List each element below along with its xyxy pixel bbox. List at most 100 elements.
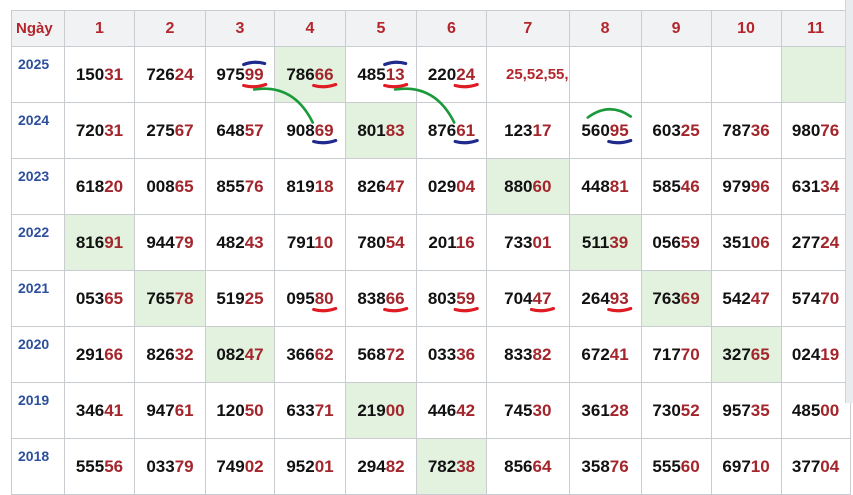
result-cell: 85664 <box>486 438 570 495</box>
result-number: 05659 <box>652 233 699 253</box>
result-number: 85664 <box>504 457 551 477</box>
result-number: 12317 <box>504 121 551 141</box>
result-cell: 55560 <box>640 438 712 495</box>
result-prefix: 952 <box>286 456 315 476</box>
result-last-two: 54 <box>385 232 405 252</box>
result-last-two: 04 <box>820 456 840 476</box>
result-last-two: 47 <box>750 288 770 308</box>
result-last-two: 43 <box>244 232 264 252</box>
result-cell: 48513 <box>345 46 417 103</box>
result-number: 61820 <box>76 177 123 197</box>
result-prefix: 786 <box>286 64 315 84</box>
result-cell: 98076 <box>780 102 851 159</box>
result-last-two: 41 <box>609 344 629 364</box>
result-number: 03379 <box>146 457 193 477</box>
result-number: 67241 <box>581 345 628 365</box>
result-number: 71770 <box>652 345 699 365</box>
result-cell: 36128 <box>568 382 642 439</box>
result-prefix: 803 <box>427 288 457 308</box>
result-last-two: 56 <box>104 456 124 476</box>
result-last-two: 41 <box>104 400 124 420</box>
result-cell: 02904 <box>416 158 487 215</box>
result-number: 34641 <box>76 401 123 421</box>
result-number: 44642 <box>428 401 475 421</box>
result-number: 73052 <box>652 401 699 421</box>
result-last-two: 36 <box>456 344 476 364</box>
year-label: 2021 <box>11 270 65 327</box>
result-cell: 57470 <box>780 270 851 327</box>
result-prefix: 704 <box>504 288 533 308</box>
result-number: 51925 <box>216 289 263 309</box>
year-row: 2023 61820 00865 85576 81918 82647 02904 88060 4… <box>11 158 851 215</box>
result-cell: 74530 <box>486 382 570 439</box>
result-prefix: 358 <box>581 456 610 476</box>
result-cell: 26493 <box>568 270 642 327</box>
result-number: 54247 <box>722 289 769 309</box>
result-cell: 55556 <box>64 438 135 495</box>
result-prefix: 717 <box>652 344 681 364</box>
scrollbar[interactable] <box>845 0 853 403</box>
result-prefix: 819 <box>286 176 315 196</box>
result-last-two: 17 <box>532 120 552 140</box>
result-prefix: 519 <box>216 288 245 308</box>
result-prefix: 975 <box>216 64 245 84</box>
result-prefix: 008 <box>146 176 175 196</box>
result-prefix: 485 <box>357 64 386 84</box>
result-cell: 20116 <box>416 214 487 271</box>
result-last-two: 10 <box>750 456 770 476</box>
result-number: 78736 <box>722 121 769 141</box>
result-cell: 70447 <box>486 270 570 327</box>
result-number: 87661 <box>428 121 475 141</box>
result-number: 08247 <box>216 345 263 365</box>
result-cell: 22024 <box>416 46 487 103</box>
result-cell: 81918 <box>274 158 346 215</box>
result-number: 97599 <box>216 65 263 85</box>
result-number: 94761 <box>146 401 193 421</box>
result-last-two: 46 <box>680 176 700 196</box>
result-last-two: 65 <box>104 288 124 308</box>
result-prefix: 366 <box>286 344 315 364</box>
result-last-two: 16 <box>455 232 475 252</box>
result-last-two: 47 <box>385 176 405 196</box>
result-number: 63134 <box>792 177 839 197</box>
result-cell: 61820 <box>64 158 135 215</box>
result-number: 44881 <box>581 177 628 197</box>
result-number: 95735 <box>722 401 769 421</box>
result-number: 82647 <box>357 177 404 197</box>
result-cell: 12317 <box>486 102 570 159</box>
result-cell <box>568 46 642 103</box>
result-prefix: 120 <box>216 400 245 420</box>
result-last-two: 06 <box>750 232 770 252</box>
result-number: 72624 <box>146 65 193 85</box>
result-cell: 88060 <box>486 158 570 215</box>
result-last-two: 59 <box>456 288 476 308</box>
result-number: 55556 <box>76 457 123 477</box>
result-prefix: 448 <box>581 176 610 196</box>
result-last-two: 93 <box>609 288 629 308</box>
result-prefix: 880 <box>504 176 533 196</box>
result-prefix: 730 <box>652 400 681 420</box>
result-number: 97996 <box>722 177 769 197</box>
result-number: 80183 <box>357 121 404 141</box>
result-prefix: 908 <box>286 120 315 140</box>
result-cell: 44642 <box>416 382 487 439</box>
result-last-two: 28 <box>609 400 629 420</box>
result-number: 76578 <box>146 289 193 309</box>
result-number: 60325 <box>652 121 699 141</box>
result-prefix: 277 <box>791 232 821 252</box>
result-cell: 32765 <box>710 326 782 383</box>
result-number: 82632 <box>146 345 193 365</box>
result-number: 88060 <box>504 177 551 197</box>
result-last-two: 66 <box>314 64 334 84</box>
result-last-two: 47 <box>532 288 552 308</box>
result-cell: 58546 <box>640 158 712 215</box>
result-cell: 00865 <box>134 158 206 215</box>
result-last-two: 66 <box>104 344 124 364</box>
result-prefix: 801 <box>357 120 386 140</box>
result-last-two: 13 <box>385 64 405 84</box>
result-number: 02904 <box>428 177 475 197</box>
result-number: 95201 <box>286 457 333 477</box>
result-last-two: 35 <box>750 400 770 420</box>
result-number: 72031 <box>76 121 123 141</box>
result-prefix: 763 <box>652 288 681 308</box>
